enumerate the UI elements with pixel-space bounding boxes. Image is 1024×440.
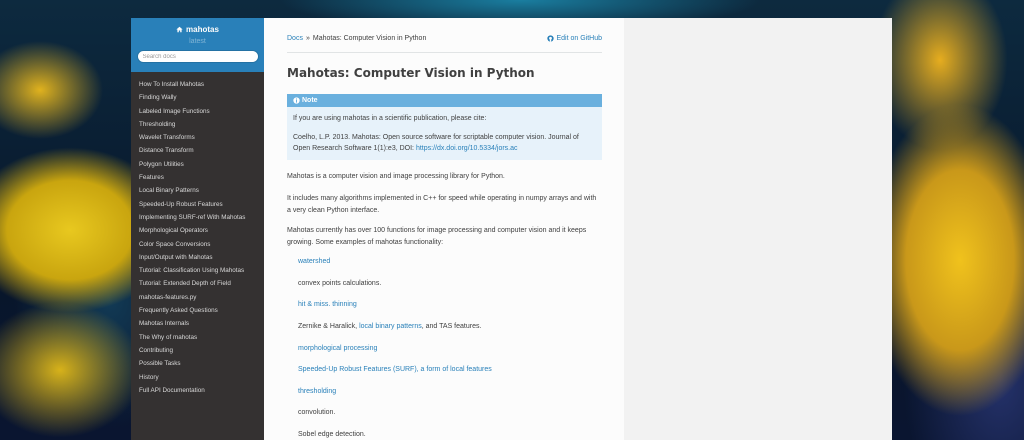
sidebar-item-finding-wally[interactable]: Finding Wally	[131, 91, 264, 104]
sidebar-item-the-why-of-mahotas[interactable]: The Why of mahotas	[131, 331, 264, 344]
sidebar-header: mahotas latest	[131, 18, 264, 72]
intro-paragraph: Mahotas is a computer vision and image p…	[287, 173, 505, 180]
note-text: If you are using mahotas in a scientific…	[293, 115, 487, 122]
functions-paragraph: Mahotas currently has over 100 functions…	[287, 227, 587, 246]
main-content: Docs » Mahotas: Computer Vision in Pytho…	[264, 18, 624, 440]
sidebar-item-how-to-install-mahotas[interactable]: How To Install Mahotas	[131, 78, 264, 91]
note-admonition: Note If you are using mahotas in a scien…	[287, 94, 602, 160]
list-item: Speeded-Up Robust Features (SURF), a for…	[298, 366, 492, 373]
sidebar-item-implementing-surf-ref-with-mahotas[interactable]: Implementing SURF-ref With Mahotas	[131, 211, 264, 224]
zernike-text: Zernike & Haralick,	[298, 323, 358, 330]
breadcrumb-separator: »	[305, 34, 310, 42]
sidebar-nav: How To Install Mahotas Finding Wally Label…	[131, 72, 264, 397]
sidebar-item-frequently-asked-questions[interactable]: Frequently Asked Questions	[131, 304, 264, 317]
morphological-link[interactable]: morphological processing	[298, 345, 377, 352]
browser-page: mahotas latest How To Install MahotasFin…	[131, 18, 892, 440]
version-label: latest	[189, 38, 206, 45]
thresholding-link[interactable]: thresholding	[298, 388, 336, 395]
sidebar-item-morphological-operators[interactable]: Morphological Operators	[131, 224, 264, 237]
page-title: Mahotas: Computer Vision in Python	[287, 66, 535, 80]
sidebar-item-input-output-with-mahotas[interactable]: Input/Output with Mahotas	[131, 251, 264, 264]
breadcrumb-docs-link[interactable]: Docs	[287, 35, 303, 42]
sidebar-item-tutorial-extended-depth-of-field[interactable]: Tutorial: Extended Depth of Field	[131, 277, 264, 290]
sidebar-item-thresholding[interactable]: Thresholding	[131, 118, 264, 131]
note-title: Note	[302, 97, 318, 104]
list-item: morphological processing	[298, 345, 377, 352]
sidebar-item-labeled-image-functions[interactable]: Labeled Image Functions	[131, 105, 264, 118]
list-item: Sobel edge detection.	[298, 431, 366, 438]
sidebar-item-features[interactable]: Features	[131, 171, 264, 184]
sidebar-item-local-binary-patterns[interactable]: Local Binary Patterns	[131, 184, 264, 197]
sidebar-item-history[interactable]: History	[131, 371, 264, 384]
sidebar-item-speeded-up-robust-features[interactable]: Speeded-Up Robust Features	[131, 198, 264, 211]
list-item: hit & miss. thinning	[298, 301, 357, 308]
sidebar-item-full-api-documentation[interactable]: Full API Documentation	[131, 384, 264, 397]
breadcrumb-current: Mahotas: Computer Vision in Python	[312, 34, 427, 42]
edit-on-github-label: Edit on GitHub	[556, 34, 602, 42]
right-margin	[624, 18, 892, 440]
sidebar-item-tutorial-classification-using-mahotas[interactable]: Tutorial: Classification Using Mahotas	[131, 264, 264, 277]
list-item: Zernike & Haralick, local binary pattern…	[298, 323, 481, 330]
lbp-link[interactable]: local binary patterns	[359, 323, 422, 330]
doi-link[interactable]: https://dx.doi.org/10.5334/jors.ac	[416, 145, 518, 152]
sidebar-item-mahotas-features-py[interactable]: mahotas-features.py	[131, 291, 264, 304]
list-item: thresholding	[298, 388, 336, 395]
watershed-link[interactable]: watershed	[298, 258, 330, 265]
list-item: convolution.	[298, 409, 336, 416]
sidebar-item-distance-transform[interactable]: Distance Transform	[131, 144, 264, 157]
search-input[interactable]	[136, 50, 259, 63]
sidebar-item-mahotas-internals[interactable]: Mahotas Internals	[131, 317, 264, 330]
list-item: watershed	[298, 258, 330, 265]
sidebar-item-wavelet-transforms[interactable]: Wavelet Transforms	[131, 131, 264, 144]
home-icon	[176, 26, 183, 33]
sidebar-item-contributing[interactable]: Contributing	[131, 344, 264, 357]
hit-miss-link[interactable]: hit & miss. thinning	[298, 301, 357, 308]
sidebar: mahotas latest How To Install MahotasFin…	[131, 18, 264, 440]
algorithms-paragraph: It includes many algorithms implemented …	[287, 195, 597, 214]
surf-link[interactable]: Speeded-Up Robust Features (SURF), a for…	[298, 366, 492, 373]
tas-text: , and TAS features.	[421, 323, 482, 330]
breadcrumb: Docs » Mahotas: Computer Vision in Pytho…	[287, 31, 602, 45]
list-item: convex points calculations.	[298, 280, 382, 287]
project-name: mahotas	[186, 25, 219, 34]
citation-text: Coelho, L.P. 2013. Mahotas: Open source …	[287, 132, 602, 154]
sidebar-item-color-space-conversions[interactable]: Color Space Conversions	[131, 238, 264, 251]
project-home-link[interactable]: mahotas	[131, 25, 264, 34]
sidebar-item-possible-tasks[interactable]: Possible Tasks	[131, 357, 264, 370]
note-header: Note	[287, 94, 602, 107]
info-icon	[293, 97, 300, 104]
divider	[287, 52, 602, 53]
sidebar-item-polygon-utilities[interactable]: Polygon Utilities	[131, 158, 264, 171]
edit-on-github-link[interactable]: Edit on GitHub	[547, 35, 602, 42]
github-icon	[547, 34, 555, 42]
